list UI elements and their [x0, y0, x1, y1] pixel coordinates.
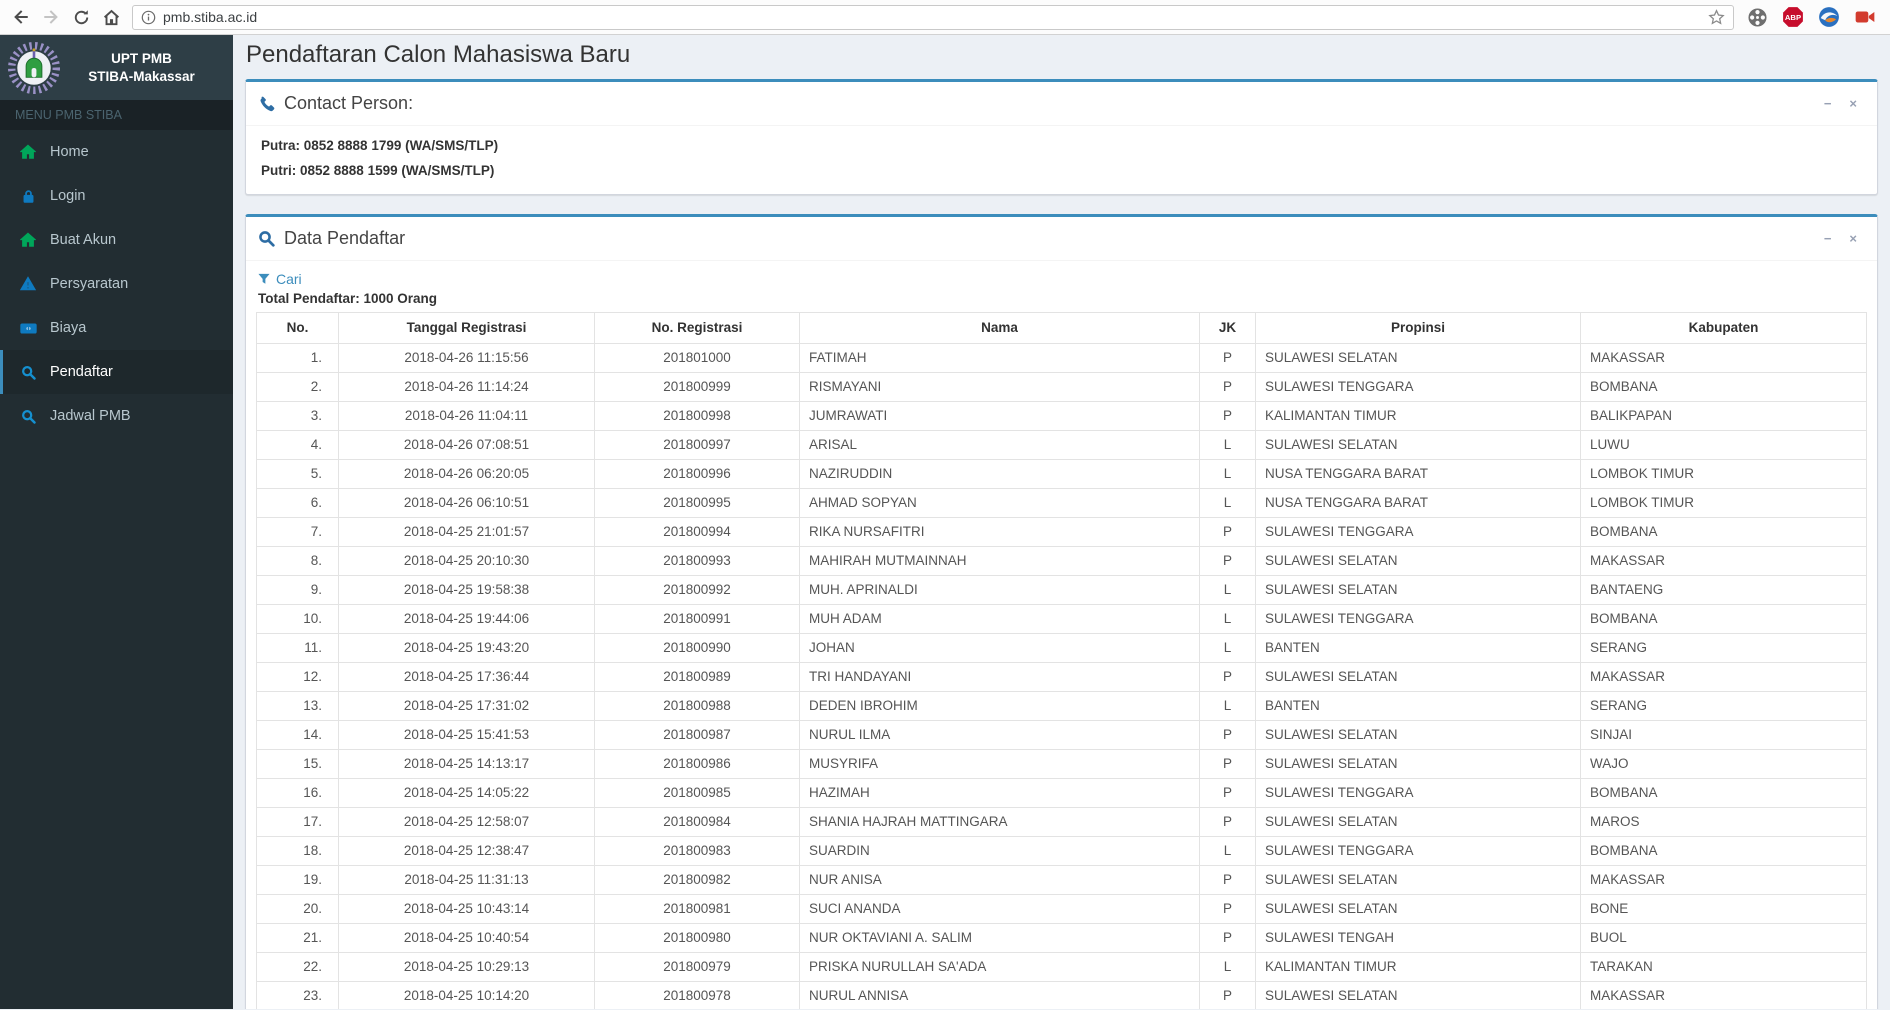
- table-row: 12. 2018-04-25 17:36:44 201800989 TRI HANDA…: [256, 662, 1867, 692]
- sidebar: UPT PMB STIBA-Makassar MENU PMB STIBA Ho…: [0, 35, 233, 1009]
- home-icon: [17, 232, 39, 248]
- table-row: 1. 2018-04-26 11:15:56 201801000 FATIMAH P SU…: [256, 343, 1867, 373]
- search-icon: [258, 230, 275, 247]
- sidebar-item-persyaratan[interactable]: Persyaratan: [0, 262, 233, 306]
- sidebar-item-home[interactable]: Home: [0, 130, 233, 174]
- table-row: 13. 2018-04-25 17:31:02 201800988 DEDEN IBR…: [256, 691, 1867, 721]
- table-row: 22. 2018-04-25 10:29:13 201800979 PRISKA NU…: [256, 952, 1867, 982]
- warning-icon: [17, 276, 39, 292]
- table-row: 19. 2018-04-25 11:31:13 201800982 NUR ANISA…: [256, 865, 1867, 895]
- data-panel-header: Data Pendaftar − ×: [246, 217, 1877, 261]
- table-row: 23. 2018-04-25 10:14:20 201800978 NURUL ANN…: [256, 981, 1867, 1009]
- column-header: Kabupaten: [1580, 312, 1867, 344]
- close-icon[interactable]: ×: [1849, 97, 1857, 110]
- collapse-icon[interactable]: −: [1824, 232, 1832, 245]
- contact-panel-body: Putra: 0852 8888 1799 (WA/SMS/TLP) Putri…: [246, 126, 1877, 194]
- home-icon[interactable]: [96, 2, 126, 32]
- home-icon: [17, 144, 39, 160]
- table-row: 7. 2018-04-25 21:01:57 201800994 RIKA NURSA…: [256, 517, 1867, 547]
- browser-window: pmb.stiba.ac.id ABP UPT PMB STIBA-Makass…: [0, 0, 1890, 1010]
- sidebar-item-buat-akun[interactable]: Buat Akun: [0, 218, 233, 262]
- screen-recorder-extension-icon[interactable]: [1854, 6, 1876, 28]
- table-row: 14. 2018-04-25 15:41:53 201800987 NURUL ILM…: [256, 720, 1867, 750]
- browser-toolbar: pmb.stiba.ac.id ABP: [0, 0, 1890, 35]
- table-row: 3. 2018-04-26 11:04:11 201800998 JUMRAWATI P…: [256, 401, 1867, 431]
- table-row: 8. 2018-04-25 20:10:30 201800993 MAHIRAH MU…: [256, 546, 1867, 576]
- filter-icon: [258, 273, 270, 284]
- total-pendaftar: Total Pendaftar: 1000 Orang: [258, 291, 438, 306]
- table-row: 16. 2018-04-25 14:05:22 201800985 HAZIMAH P S…: [256, 778, 1867, 808]
- sidebar-section-label: MENU PMB STIBA: [0, 100, 233, 130]
- sidebar-item-biaya[interactable]: Biaya: [0, 306, 233, 350]
- page-info-icon[interactable]: [141, 10, 156, 25]
- table-row: 9. 2018-04-25 19:58:38 201800992 MUH. APRIN…: [256, 575, 1867, 605]
- eagle-extension-icon[interactable]: [1818, 6, 1840, 28]
- adblock-plus-extension-icon[interactable]: ABP: [1782, 6, 1804, 28]
- svg-text:ABP: ABP: [1785, 13, 1801, 22]
- close-icon[interactable]: ×: [1849, 232, 1857, 245]
- cari-filter-link[interactable]: Cari: [258, 271, 302, 287]
- table-row: 20. 2018-04-25 10:43:14 201800981 SUCI ANAN…: [256, 894, 1867, 924]
- sidebar-item-label: Buat Akun: [50, 232, 117, 248]
- column-header: Tanggal Registrasi: [338, 312, 595, 344]
- film-reel-extension-icon[interactable]: [1746, 6, 1768, 28]
- contact-putri: Putri: 0852 8888 1599 (WA/SMS/TLP): [261, 163, 495, 178]
- sidebar-item-label: Pendaftar: [50, 364, 113, 380]
- back-icon[interactable]: [6, 2, 36, 32]
- table-row: 2. 2018-04-26 11:14:24 201800999 RISMAYANI P…: [256, 372, 1867, 402]
- sidebar-menu: Home Login Buat Akun Persyaratan Biaya Pendaf…: [0, 130, 233, 438]
- money-icon: [17, 320, 39, 337]
- column-header: Nama: [799, 312, 1200, 344]
- table-row: 18. 2018-04-25 12:38:47 201800983 SUARDIN L S…: [256, 836, 1867, 866]
- table-row: 17. 2018-04-25 12:58:07 201800984 SHANIA HA…: [256, 807, 1867, 837]
- search-icon: [17, 409, 39, 424]
- main-content: Pendaftaran Calon Mahasiswa Baru Contact…: [233, 35, 1890, 1009]
- pendaftar-table: No. Tanggal Registrasi No. Registrasi Nama J…: [256, 312, 1867, 1009]
- sidebar-item-login[interactable]: Login: [0, 174, 233, 218]
- sidebar-item-jadwal-pmb[interactable]: Jadwal PMB: [0, 394, 233, 438]
- table-row: 4. 2018-04-26 07:08:51 201800997 ARISAL L SUL…: [256, 430, 1867, 460]
- contact-panel: Contact Person: − × Putra: 0852 8888 179…: [245, 79, 1878, 195]
- brand-text: UPT PMB STIBA-Makassar: [88, 50, 195, 84]
- sidebar-item-pendaftar[interactable]: Pendaftar: [0, 350, 233, 394]
- bookmark-star-icon[interactable]: [1708, 8, 1725, 26]
- contact-panel-title: Contact Person:: [284, 93, 414, 113]
- phone-icon: [258, 95, 275, 112]
- table-row: 15. 2018-04-25 14:13:17 201800986 MUSYRIFA P…: [256, 749, 1867, 779]
- column-header: JK: [1199, 312, 1256, 344]
- contact-panel-header: Contact Person: − ×: [246, 82, 1877, 126]
- data-panel-body: Cari Total Pendaftar: 1000 Orang No. Tang…: [246, 261, 1877, 1009]
- stiba-logo: [8, 41, 60, 94]
- data-panel: Data Pendaftar − × Cari Total Pendaftar:…: [245, 214, 1878, 1009]
- column-header: No.: [256, 312, 339, 344]
- sidebar-item-label: Persyaratan: [50, 276, 129, 292]
- table-row: 21. 2018-04-25 10:40:54 201800980 NUR OKTAV…: [256, 923, 1867, 953]
- collapse-icon[interactable]: −: [1824, 97, 1832, 110]
- lock-icon: [17, 189, 39, 204]
- url-bar[interactable]: pmb.stiba.ac.id: [132, 4, 1734, 30]
- sidebar-item-label: Login: [50, 188, 86, 204]
- url-text[interactable]: pmb.stiba.ac.id: [163, 9, 257, 25]
- column-header: No. Registrasi: [594, 312, 800, 344]
- forward-icon[interactable]: [36, 2, 66, 32]
- table-row: 5. 2018-04-26 06:20:05 201800996 NAZIRUDDIN…: [256, 459, 1867, 489]
- sidebar-item-label: Biaya: [50, 320, 87, 336]
- search-icon: [17, 365, 39, 380]
- column-header: Propinsi: [1255, 312, 1581, 344]
- page-title: Pendaftaran Calon Mahasiswa Baru: [246, 41, 631, 68]
- table-row: 6. 2018-04-26 06:10:51 201800995 AHMAD SOPY…: [256, 488, 1867, 518]
- sidebar-item-label: Jadwal PMB: [50, 408, 131, 424]
- table-row: 11. 2018-04-25 19:43:20 201800990 JOHAN L BAN…: [256, 633, 1867, 663]
- reload-icon[interactable]: [66, 2, 96, 32]
- data-panel-title: Data Pendaftar: [284, 228, 406, 248]
- sidebar-item-label: Home: [50, 144, 89, 160]
- table-row: 10. 2018-04-25 19:44:06 201800991 MUH ADAM L…: [256, 604, 1867, 634]
- table-header-row: No. Tanggal Registrasi No. Registrasi Nama J…: [256, 312, 1867, 344]
- sidebar-brand: UPT PMB STIBA-Makassar: [0, 35, 233, 100]
- extension-icons: ABP: [1746, 6, 1880, 28]
- contact-putra: Putra: 0852 8888 1799 (WA/SMS/TLP): [261, 138, 499, 153]
